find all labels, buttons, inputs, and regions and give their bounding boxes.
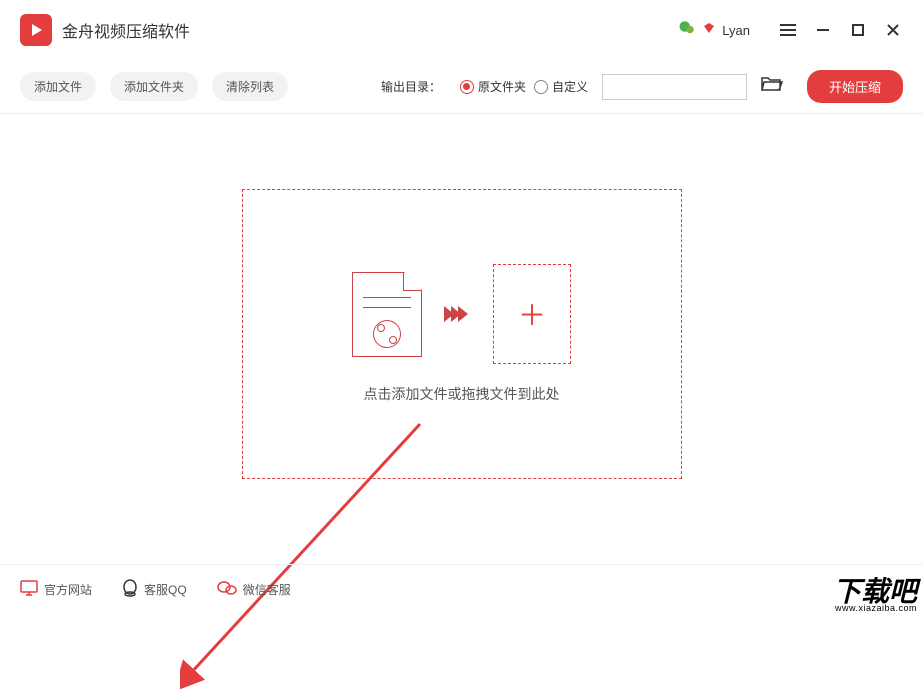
menu-button[interactable] xyxy=(778,20,798,40)
toolbar: 添加文件 添加文件夹 清除列表 输出目录： 原文件夹 自定义 开始压缩 xyxy=(0,60,923,114)
add-folder-button[interactable]: 添加文件夹 xyxy=(110,72,198,101)
drop-zone[interactable]: ＋ 点击添加文件或拖拽文件到此处 xyxy=(242,189,682,479)
qq-icon xyxy=(122,579,138,600)
minimize-button[interactable] xyxy=(813,20,833,40)
monitor-icon xyxy=(20,580,38,599)
output-path-input[interactable] xyxy=(602,74,747,100)
user-area[interactable]: Lyan xyxy=(678,19,750,42)
clear-list-button[interactable]: 清除列表 xyxy=(212,72,288,101)
maximize-button[interactable] xyxy=(848,20,868,40)
titlebar-left: 金舟视频压缩软件 xyxy=(20,14,190,46)
radio-icon xyxy=(534,80,548,94)
official-site-link[interactable]: 官方网站 xyxy=(20,580,92,599)
video-file-icon xyxy=(352,272,422,357)
username-label: Lyan xyxy=(722,23,750,38)
radio-original-label: 原文件夹 xyxy=(478,78,526,95)
diamond-icon xyxy=(702,21,716,40)
watermark-url: www.xiazaiba.com xyxy=(833,604,917,612)
browse-folder-button[interactable] xyxy=(761,75,783,98)
titlebar: 金舟视频压缩软件 Lyan xyxy=(0,0,923,60)
wechat-service-icon xyxy=(217,580,237,599)
radio-icon xyxy=(460,80,474,94)
footer: 官方网站 客服QQ 微信客服 xyxy=(0,564,923,614)
add-file-button[interactable]: 添加文件 xyxy=(20,72,96,101)
wechat-service-link[interactable]: 微信客服 xyxy=(217,580,291,599)
app-title: 金舟视频压缩软件 xyxy=(62,18,190,42)
arrows-icon xyxy=(447,306,468,322)
radio-custom-label: 自定义 xyxy=(552,78,588,95)
drop-icons: ＋ xyxy=(352,264,571,364)
official-site-label: 官方网站 xyxy=(44,581,92,598)
customer-qq-link[interactable]: 客服QQ xyxy=(122,579,187,600)
main-area: ＋ 点击添加文件或拖拽文件到此处 xyxy=(0,114,923,554)
output-dir-label: 输出目录： xyxy=(381,78,441,95)
customer-qq-label: 客服QQ xyxy=(144,581,187,598)
start-compress-button[interactable]: 开始压缩 xyxy=(807,70,903,103)
drop-zone-text: 点击添加文件或拖拽文件到此处 xyxy=(364,384,560,404)
close-button[interactable] xyxy=(883,20,903,40)
wechat-icon xyxy=(678,19,696,42)
watermark: 下载吧 www.xiazaiba.com xyxy=(827,577,923,614)
radio-custom-folder[interactable]: 自定义 xyxy=(534,78,588,95)
titlebar-right: Lyan xyxy=(678,19,903,42)
app-logo-icon xyxy=(20,14,52,46)
plus-icon: ＋ xyxy=(518,294,546,334)
wechat-service-label: 微信客服 xyxy=(243,581,291,598)
add-file-box[interactable]: ＋ xyxy=(493,264,571,364)
window-controls xyxy=(778,20,903,40)
output-radio-group: 原文件夹 自定义 xyxy=(460,78,588,95)
radio-original-folder[interactable]: 原文件夹 xyxy=(460,78,526,95)
